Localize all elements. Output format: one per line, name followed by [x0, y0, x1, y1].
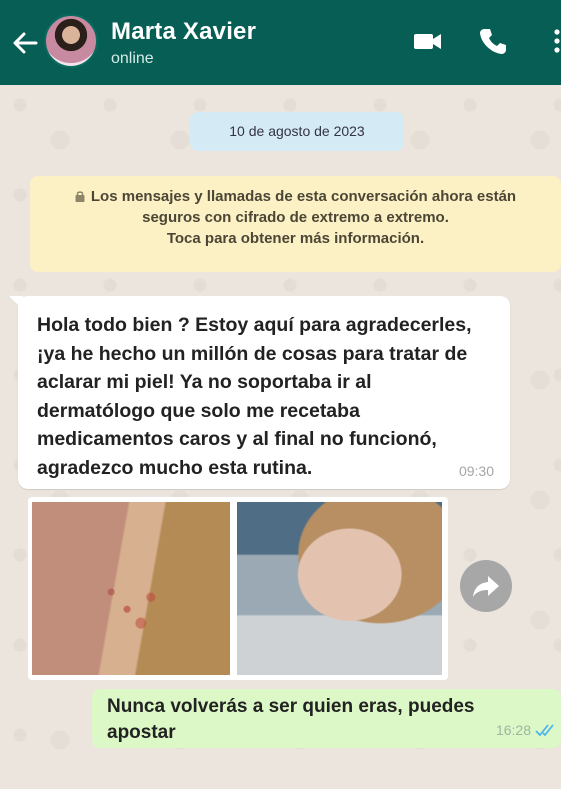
more-options-icon[interactable] [550, 26, 561, 56]
contact-name[interactable]: Marta Xavier [111, 18, 256, 46]
encryption-notice-line1: Los mensajes y llamadas de esta conversa… [30, 186, 561, 207]
after-photo[interactable] [237, 502, 442, 675]
video-call-icon[interactable] [412, 26, 442, 56]
chat-screen: Marta Xavier online 10 de agosto de 2023… [0, 0, 561, 789]
forward-icon [473, 576, 499, 597]
encryption-notice[interactable]: Los mensajes y llamadas de esta conversa… [30, 176, 561, 272]
outgoing-message[interactable]: Nunca volverás a ser quien eras, puedes … [92, 689, 561, 748]
lock-icon [75, 191, 85, 202]
encryption-notice-text1: Los mensajes y llamadas de esta conversa… [90, 188, 517, 205]
image-message[interactable] [28, 497, 448, 680]
incoming-message-time: 09:30 [458, 463, 494, 479]
read-receipt-icon [535, 724, 554, 737]
contact-status: online [111, 50, 154, 67]
outgoing-message-text: Nunca volverás a ser quien eras, puedes … [107, 696, 475, 743]
before-photo[interactable] [32, 502, 230, 675]
encryption-notice-line2: seguros con cifrado de extremo a extremo… [142, 209, 449, 226]
incoming-message[interactable]: Hola todo bien ? Estoy aquí para agradec… [18, 296, 510, 489]
date-separator: 10 de agosto de 2023 [190, 112, 404, 151]
chat-header: Marta Xavier online [0, 0, 561, 85]
contact-avatar[interactable] [44, 14, 98, 68]
forward-button[interactable] [460, 560, 512, 612]
back-arrow-icon[interactable] [10, 28, 40, 58]
phone-icon[interactable] [478, 26, 508, 56]
outgoing-message-time: 16:28 [495, 722, 531, 738]
incoming-message-text: Hola todo bien ? Estoy aquí para agradec… [37, 314, 472, 479]
encryption-notice-line3: Toca para obtener más información. [166, 230, 425, 247]
